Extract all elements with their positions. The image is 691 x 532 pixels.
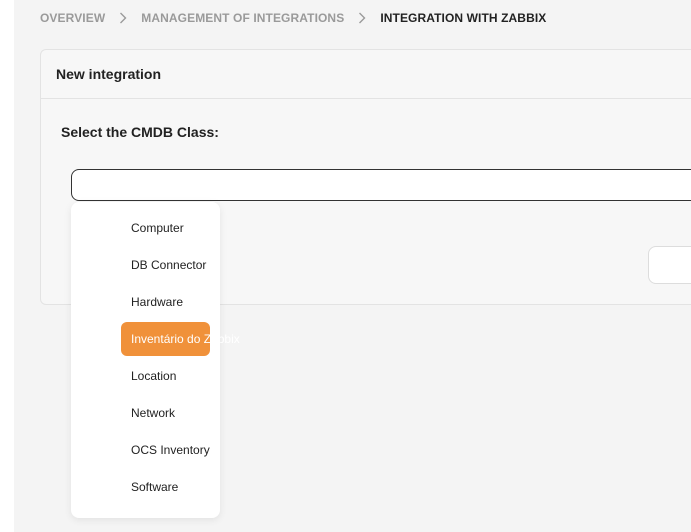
breadcrumb-integration-with-zabbix: INTEGRATION WITH ZABBIX	[380, 11, 547, 25]
dropdown-option-computer[interactable]: Computer	[121, 211, 210, 245]
cmdb-class-dropdown: Computer DB Connector Hardware Inventári…	[71, 202, 240, 518]
dropdown-option-db-connector[interactable]: DB Connector	[121, 248, 210, 282]
cmdb-class-select-input[interactable]	[71, 169, 691, 201]
panel-title: New integration	[56, 66, 162, 82]
action-button[interactable]	[648, 246, 691, 284]
breadcrumb-separator-icon	[119, 12, 127, 24]
breadcrumb-overview[interactable]: OVERVIEW	[40, 11, 105, 25]
left-edge-strip	[0, 0, 14, 532]
dropdown-option-location[interactable]: Location	[121, 359, 210, 393]
panel-header: New integration	[41, 50, 691, 99]
dropdown-option-network[interactable]: Network	[121, 396, 210, 430]
breadcrumb-separator-icon	[358, 12, 366, 24]
breadcrumb: OVERVIEW MANAGEMENT OF INTEGRATIONS INTE…	[40, 11, 546, 25]
cmdb-class-label: Select the CMDB Class:	[61, 124, 219, 140]
dropdown-option-inventario-do-zabbix[interactable]: Inventário do Zabbix	[121, 322, 240, 356]
dropdown-option-hardware[interactable]: Hardware	[121, 285, 210, 319]
dropdown-option-software[interactable]: Software	[121, 470, 210, 504]
breadcrumb-management-of-integrations[interactable]: MANAGEMENT OF INTEGRATIONS	[141, 11, 344, 25]
dropdown-option-ocs-inventory[interactable]: OCS Inventory	[121, 433, 210, 467]
